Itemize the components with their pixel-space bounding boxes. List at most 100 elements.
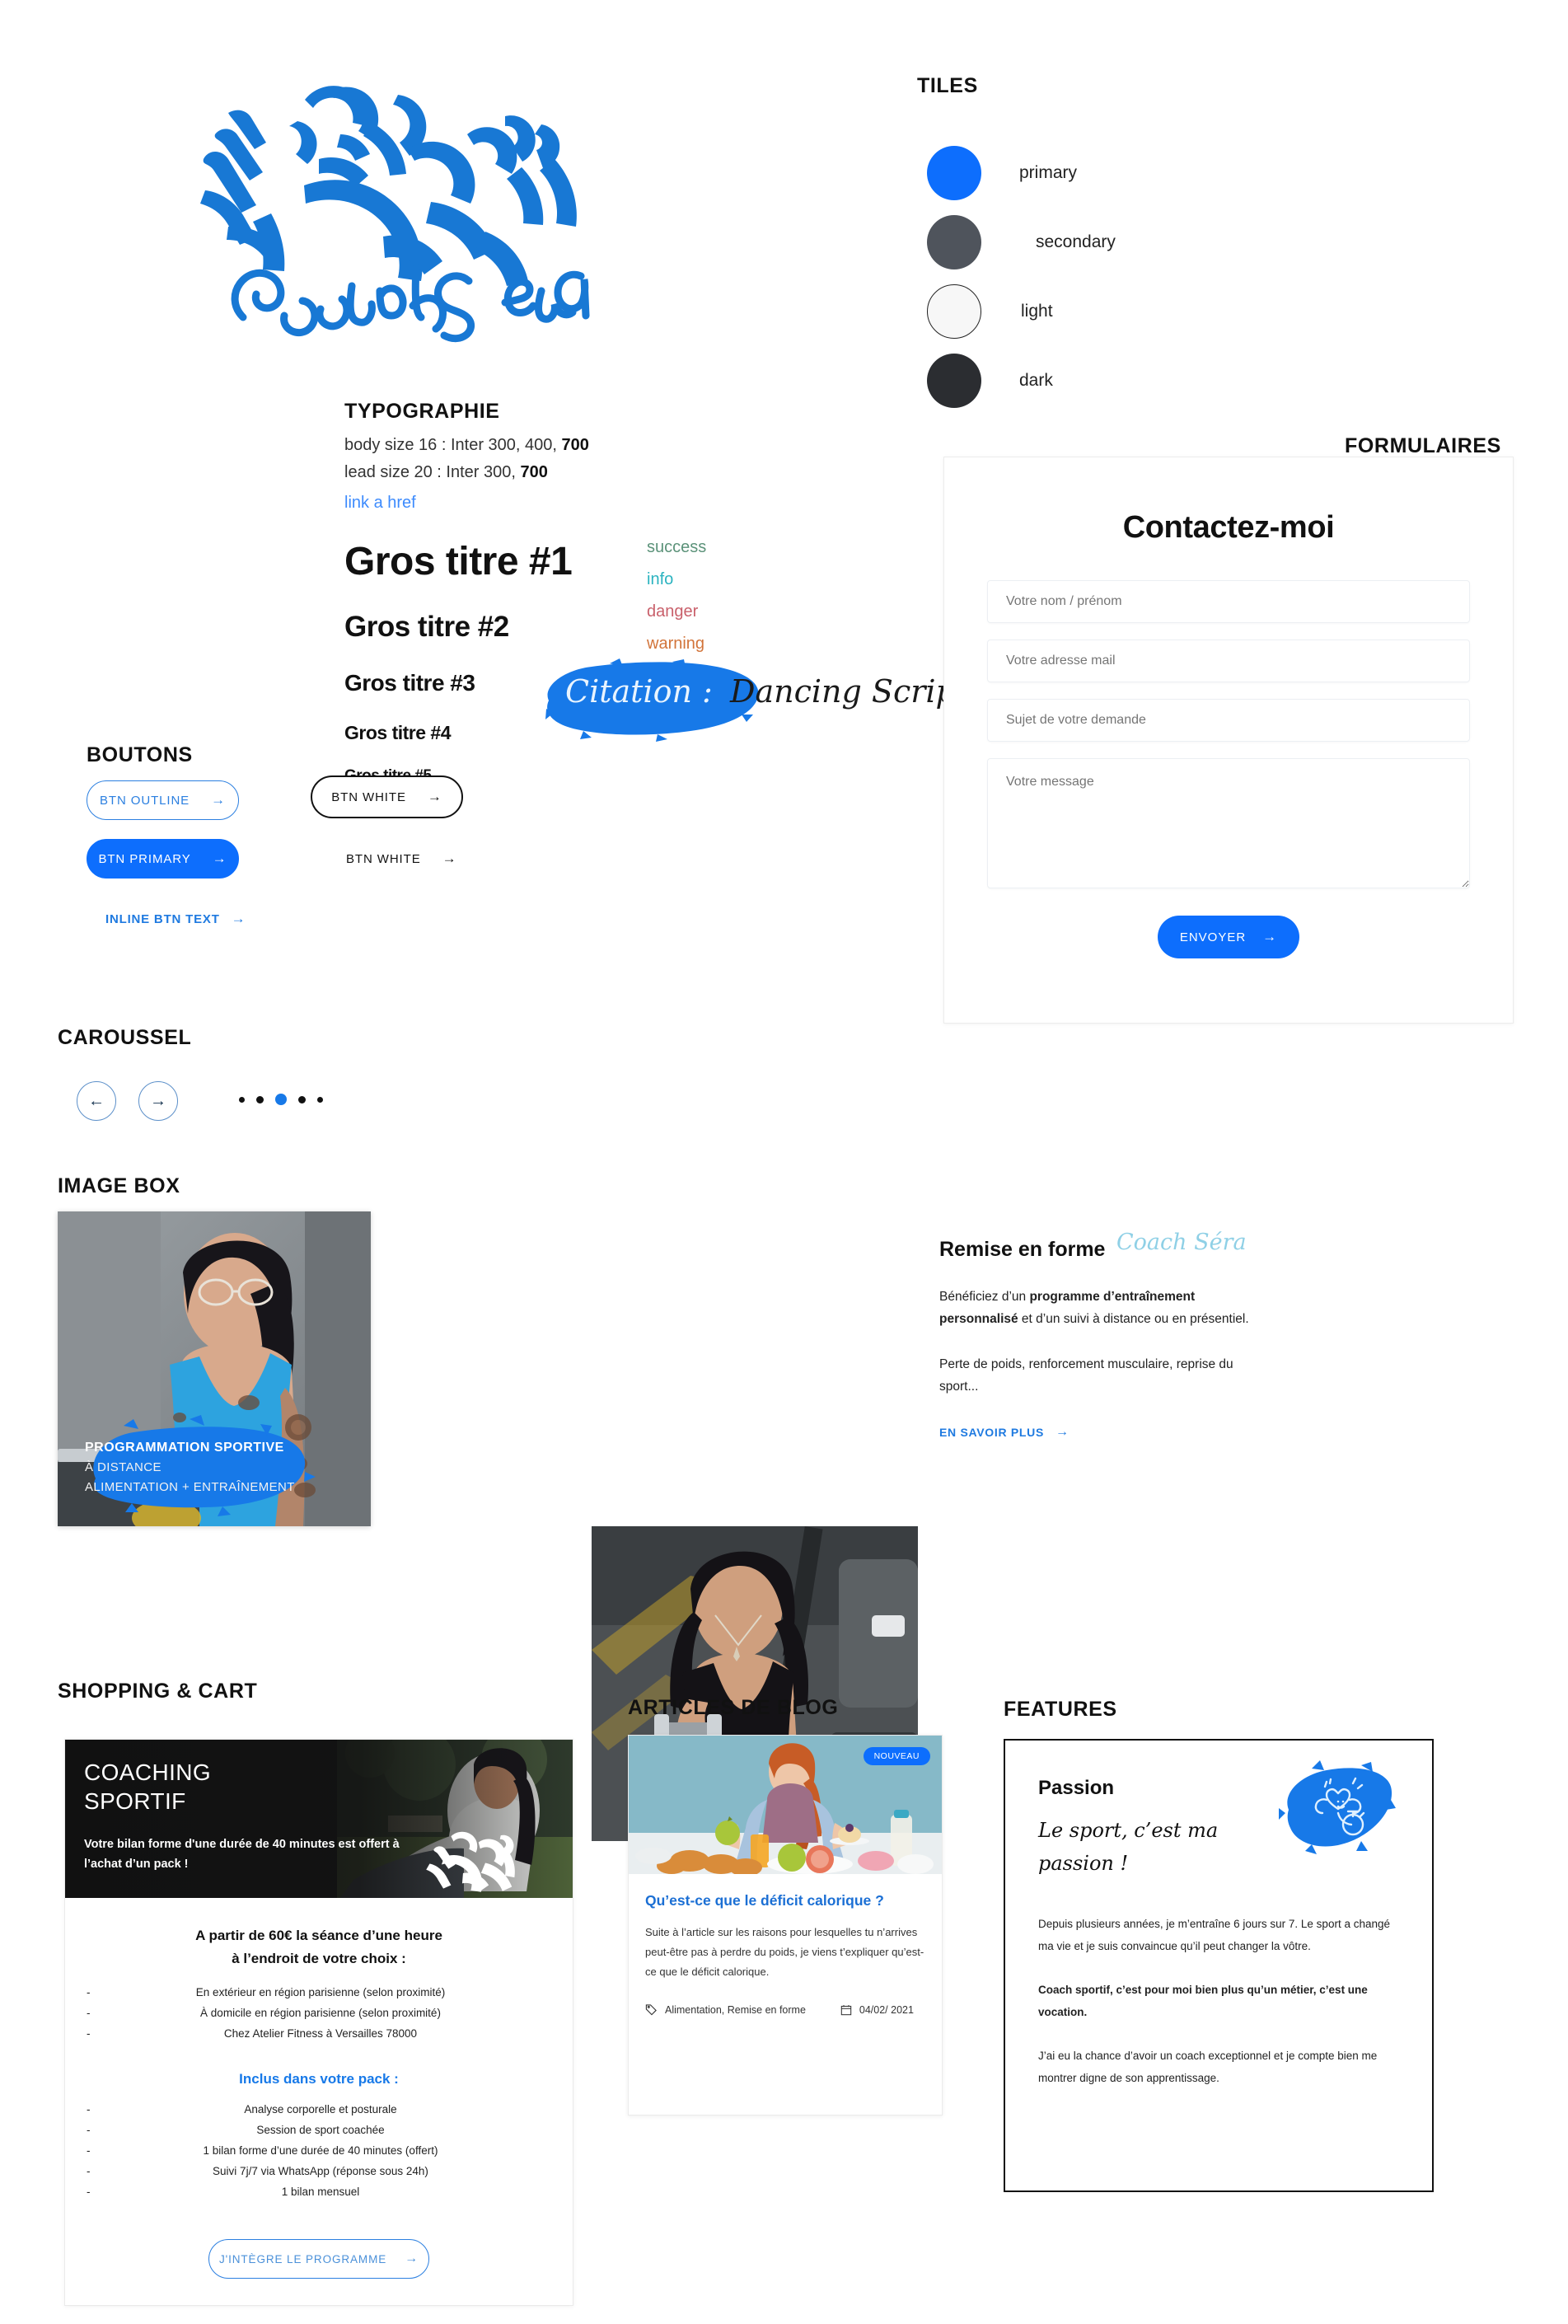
buttons-section-title: BOUTONS (87, 743, 193, 766)
blog-article-title[interactable]: Qu’est-ce que le déficit calorique ? (645, 1891, 925, 1911)
imagebox-section-title: IMAGE BOX (58, 1174, 180, 1197)
heading-sample-2: Gros titre #2 (344, 611, 509, 643)
tile-label-secondary: secondary (1036, 232, 1116, 251)
list-item: - Analyse corporelle et posturale (87, 2099, 551, 2120)
tile-row-secondary: secondary (927, 208, 1116, 277)
btn-white-plain[interactable]: BTN WHITE → (346, 850, 457, 867)
caption-line-2: À DISTANCE (85, 1460, 161, 1474)
carousel-dot[interactable] (256, 1095, 264, 1103)
list-item: -1 bilan mensuel (87, 2181, 551, 2202)
dash-bullet: - (87, 2186, 91, 2198)
list-item: - En extérieur en région parisienne (selo… (87, 1982, 551, 2003)
body-size-line: body size 16 : Inter 300, 400, 700 (344, 436, 589, 454)
brand-logo (136, 70, 647, 354)
list-item: - Chez Atelier Fitness à Versailles 78000 (87, 2023, 551, 2044)
hero-subtitle: Votre bilan forme d'une durée de 40 minu… (84, 1838, 400, 1871)
arrow-right-icon: → (150, 1091, 166, 1110)
features-paragraph-1: Depuis plusieurs années, je m’entraîne 6… (1038, 1918, 1390, 1952)
tile-swatch-dark (927, 354, 981, 408)
shopping-card: COACHING SPORTIF Votre bilan forme d'une… (64, 1739, 573, 2306)
citation-specimen: Citation : Dancing Script (534, 655, 968, 742)
blog-date: 04/02/ 2021 (840, 2004, 914, 2016)
blog-photo: NOUVEAU (629, 1736, 942, 1874)
features-paragraph-3: J’ai eu la chance d’avoir un coach excep… (1038, 2050, 1378, 2084)
arrow-right-icon: → (231, 911, 246, 926)
btn-outline[interactable]: BTN OUTLINE → (87, 780, 239, 820)
tile-swatch-light (927, 284, 981, 339)
arrow-right-icon: → (427, 789, 442, 804)
semantic-info: info (647, 570, 674, 588)
dash-bullet: - (87, 2007, 91, 2019)
imagebox-left-photo[interactable]: PROGRAMMATION SPORTIVE À DISTANCE ALIMEN… (58, 1211, 371, 1526)
carousel-dots (239, 1094, 323, 1105)
en-savoir-plus-link[interactable]: EN SAVOIR PLUS → (939, 1425, 1252, 1440)
arrow-right-icon: → (1262, 929, 1278, 944)
features-section-title: FEATURES (1004, 1698, 1117, 1721)
shopping-lead-line-1: A partir de 60€ la séance d’une heure (195, 1928, 442, 1943)
btn-white-bordered[interactable]: BTN WHITE → (311, 775, 463, 818)
carousel-dot[interactable] (317, 1096, 323, 1103)
message-textarea[interactable] (987, 758, 1470, 888)
sample-link[interactable]: link a href (344, 486, 690, 519)
carousel-prev-button[interactable]: ← (77, 1081, 116, 1121)
blog-card[interactable]: NOUVEAU Qu’est-ce que le déficit caloriq… (628, 1735, 943, 2115)
semantic-success: success (647, 538, 707, 556)
carousel-dot-active[interactable] (275, 1094, 287, 1105)
blog-body: Qu’est-ce que le déficit calorique ? Sui… (629, 1874, 942, 2016)
submit-button[interactable]: ENVOYER → (1158, 916, 1299, 958)
imagebox-right-paragraph-1: Bénéficiez d’un programme d’entraînement… (939, 1290, 1249, 1326)
hero-title-line-2: SPORTIF (84, 1788, 186, 1814)
calendar-icon (840, 2004, 852, 2015)
tile-label-dark: dark (1019, 371, 1053, 390)
contact-form-fields: ENVOYER → (944, 580, 1513, 958)
shopping-body: A partir de 60€ la séance d’une heure à … (65, 1898, 573, 2279)
heading-sample-1: Gros titre #1 (344, 540, 573, 583)
blog-badge: NOUVEAU (863, 1747, 930, 1765)
tiles-list: primary secondary light dark (927, 138, 1116, 415)
shopping-hero: COACHING SPORTIF Votre bilan forme d'une… (65, 1740, 573, 1898)
dash-bullet: - (87, 2124, 91, 2136)
contact-form-card: Contactez-moi ENVOYER → (943, 457, 1514, 1024)
shopping-places-list: - En extérieur en région parisienne (selo… (87, 1982, 551, 2044)
shopping-hero-text: COACHING SPORTIF Votre bilan forme d'une… (84, 1758, 405, 1874)
imagebox-right-paragraph-2: Perte de poids, renforcement musculaire,… (939, 1357, 1233, 1394)
features-script-tagline: Le sport, c’est ma passion ! (1038, 1819, 1219, 1875)
btn-inline-text[interactable]: INLINE BTN TEXT → (105, 911, 246, 927)
btn-outline-label: BTN OUTLINE (100, 793, 190, 808)
carousel-dot[interactable] (298, 1095, 306, 1103)
features-body: Depuis plusieurs années, je m’entraîne 6… (1005, 1880, 1432, 2089)
dash-bullet: - (87, 2144, 91, 2157)
subject-input[interactable] (987, 699, 1470, 742)
imagebox-left-caption: PROGRAMMATION SPORTIVE À DISTANCE ALIMEN… (85, 1438, 295, 1497)
integrer-programme-button[interactable]: J'INTÈGRE LE PROGRAMME → (208, 2239, 429, 2279)
dash-bullet: - (87, 2103, 91, 2115)
blog-excerpt: Suite à l’article sur les raisons pour l… (645, 1926, 924, 1978)
arrow-right-icon: → (211, 792, 226, 808)
imagebox-right-script-signature: Coach Séra (1116, 1230, 1247, 1255)
btn-white-label: BTN WHITE (331, 790, 406, 804)
features-header: Passion Le sport, c’est ma passion ! (1005, 1741, 1432, 1880)
en-savoir-plus-label: EN SAVOIR PLUS (939, 1426, 1045, 1439)
btn-primary[interactable]: BTN PRIMARY → (87, 839, 239, 879)
arrow-right-icon: → (1055, 1425, 1070, 1439)
tile-swatch-secondary (927, 215, 981, 269)
arrow-left-icon: ← (88, 1091, 105, 1110)
shopping-section-title: SHOPPING & CART (58, 1680, 258, 1703)
integrer-programme-label: J'INTÈGRE LE PROGRAMME (218, 2252, 387, 2265)
name-input[interactable] (987, 580, 1470, 623)
carousel-section-title: CAROUSSEL (58, 1026, 192, 1049)
blog-section-title: ARTICLES DE BLOG (628, 1696, 839, 1719)
features-card: Passion Le sport, c’est ma passion ! Dep… (1004, 1739, 1434, 2192)
lead-size-line: lead size 20 : Inter 300, 700 (344, 463, 548, 481)
blog-tags: Alimentation, Remise en forme (645, 2003, 806, 2016)
blog-meta: Alimentation, Remise en forme 04/02/ 202… (645, 2003, 925, 2016)
caption-line-1: PROGRAMMATION SPORTIVE (85, 1441, 284, 1455)
carousel-next-button[interactable]: → (138, 1081, 178, 1121)
tile-label-primary: primary (1019, 163, 1078, 182)
list-item: -1 bilan forme d’une durée de 40 minutes… (87, 2140, 551, 2161)
carousel-dot[interactable] (239, 1096, 245, 1103)
list-item: -À domicile en région parisienne (selon … (87, 2003, 551, 2023)
list-item: - Suivi 7j/7 via WhatsApp (réponse sous 2… (87, 2161, 551, 2181)
arrow-right-icon: → (442, 850, 457, 866)
email-input[interactable] (987, 640, 1470, 682)
